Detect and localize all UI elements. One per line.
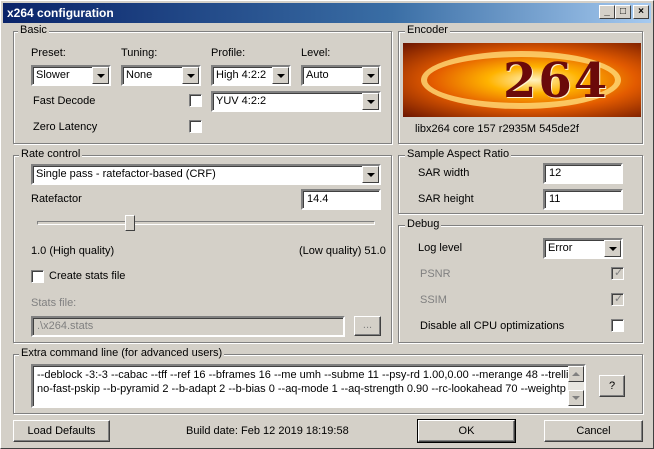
level-label: Level: xyxy=(301,47,331,59)
zero-latency-checkbox[interactable] xyxy=(189,120,202,133)
minimize-button[interactable]: _ xyxy=(599,5,615,19)
checkmark-icon: ✓ xyxy=(614,267,624,279)
psnr-checkbox[interactable]: ✓ xyxy=(611,267,624,280)
load-defaults-button[interactable]: Load Defaults xyxy=(13,420,110,442)
ratefactor-slider-track[interactable] xyxy=(37,221,375,225)
x264-logo: 264 xyxy=(403,43,641,117)
ratefactor-input[interactable]: 14.4 xyxy=(301,189,381,210)
profile-select[interactable]: High 4:2:2 xyxy=(211,65,291,86)
disable-cpu-label: Disable all CPU optimizations xyxy=(420,320,565,332)
tuning-select[interactable]: None xyxy=(121,65,201,86)
stats-file-input[interactable]: .\x264.stats xyxy=(31,316,345,337)
create-stats-label: Create stats file xyxy=(49,270,126,282)
zero-latency-label: Zero Latency xyxy=(33,121,98,133)
build-date: Build date: Feb 12 2019 18:19:58 xyxy=(186,425,349,437)
fast-decode-checkbox[interactable] xyxy=(189,94,202,107)
ratefactor-slider-thumb[interactable] xyxy=(125,215,135,231)
textarea-scrollbar[interactable] xyxy=(568,366,584,406)
preset-value: Slower xyxy=(36,69,70,81)
sar-legend: Sample Aspect Ratio xyxy=(405,148,512,161)
logo-text: 264 xyxy=(503,53,610,109)
extra-cmdline-legend: Extra command line (for advanced users) xyxy=(19,347,225,360)
disable-cpu-checkbox[interactable] xyxy=(611,319,624,332)
extra-cmdline-textarea[interactable]: --deblock -3:-3 --cabac --tff --ref 16 -… xyxy=(31,364,586,408)
high-quality-label: 1.0 (High quality) xyxy=(31,245,115,257)
colorspace-select[interactable]: YUV 4:2:2 xyxy=(211,91,381,112)
chevron-down-icon[interactable] xyxy=(362,67,379,84)
chevron-down-icon[interactable] xyxy=(272,67,289,84)
encoder-version: libx264 core 157 r2935M 545de2f xyxy=(415,123,579,135)
help-button[interactable]: ? xyxy=(599,375,625,397)
browse-button[interactable]: ... xyxy=(354,316,381,336)
ssim-label: SSIM xyxy=(420,294,447,306)
encoder-legend: Encoder xyxy=(405,24,450,37)
checkmark-icon: ✓ xyxy=(614,293,624,305)
sar-width-input[interactable]: 12 xyxy=(543,163,623,184)
chevron-down-icon[interactable] xyxy=(92,67,109,84)
maximize-button[interactable]: □ xyxy=(615,5,631,19)
scroll-down-icon[interactable] xyxy=(568,390,584,406)
fast-decode-label: Fast Decode xyxy=(33,95,96,107)
cancel-button[interactable]: Cancel xyxy=(544,420,643,442)
colorspace-value: YUV 4:2:2 xyxy=(216,95,267,107)
ssim-checkbox[interactable]: ✓ xyxy=(611,293,624,306)
level-value: Auto xyxy=(306,69,329,81)
sar-width-label: SAR width xyxy=(418,167,470,179)
close-button[interactable]: × xyxy=(633,5,649,19)
tuning-label: Tuning: xyxy=(121,47,158,59)
log-level-select[interactable]: Error xyxy=(543,238,623,259)
stats-file-label: Stats file: xyxy=(31,297,77,309)
preset-label: Preset: xyxy=(31,47,66,59)
sar-height-label: SAR height xyxy=(418,193,474,205)
rate-control-mode-select[interactable]: Single pass - ratefactor-based (CRF) xyxy=(31,164,381,185)
title-bar[interactable]: x264 configuration xyxy=(3,3,651,23)
ratefactor-label: Ratefactor xyxy=(31,193,82,205)
x264-config-window: x264 configuration _ □ × Basic Preset: T… xyxy=(0,0,654,449)
log-level-label: Log level xyxy=(418,242,463,254)
log-level-value: Error xyxy=(548,242,573,254)
preset-select[interactable]: Slower xyxy=(31,65,111,86)
profile-value: High 4:2:2 xyxy=(216,69,267,81)
create-stats-checkbox[interactable] xyxy=(31,270,44,283)
debug-legend: Debug xyxy=(405,218,442,231)
extra-cmdline-line-2: no-fast-pskip --b-pyramid 2 --b-adapt 2 … xyxy=(37,383,576,395)
chevron-down-icon[interactable] xyxy=(182,67,199,84)
chevron-down-icon[interactable] xyxy=(604,240,621,257)
rate-control-mode-value: Single pass - ratefactor-based (CRF) xyxy=(36,168,216,180)
level-select[interactable]: Auto xyxy=(301,65,381,86)
low-quality-label: (Low quality) 51.0 xyxy=(299,245,386,257)
chevron-down-icon[interactable] xyxy=(362,166,379,183)
sar-height-input[interactable]: 11 xyxy=(543,189,623,210)
window-title: x264 configuration xyxy=(7,6,114,20)
basic-legend: Basic xyxy=(18,24,49,37)
psnr-label: PSNR xyxy=(420,268,451,280)
profile-label: Profile: xyxy=(211,47,246,59)
scroll-up-icon[interactable] xyxy=(568,366,584,382)
rate-control-legend: Rate control xyxy=(19,148,83,161)
extra-cmdline-line-1: --deblock -3:-3 --cabac --tff --ref 16 -… xyxy=(37,369,586,381)
tuning-value: None xyxy=(126,69,153,81)
ok-button[interactable]: OK xyxy=(417,419,516,443)
chevron-down-icon[interactable] xyxy=(362,93,379,110)
